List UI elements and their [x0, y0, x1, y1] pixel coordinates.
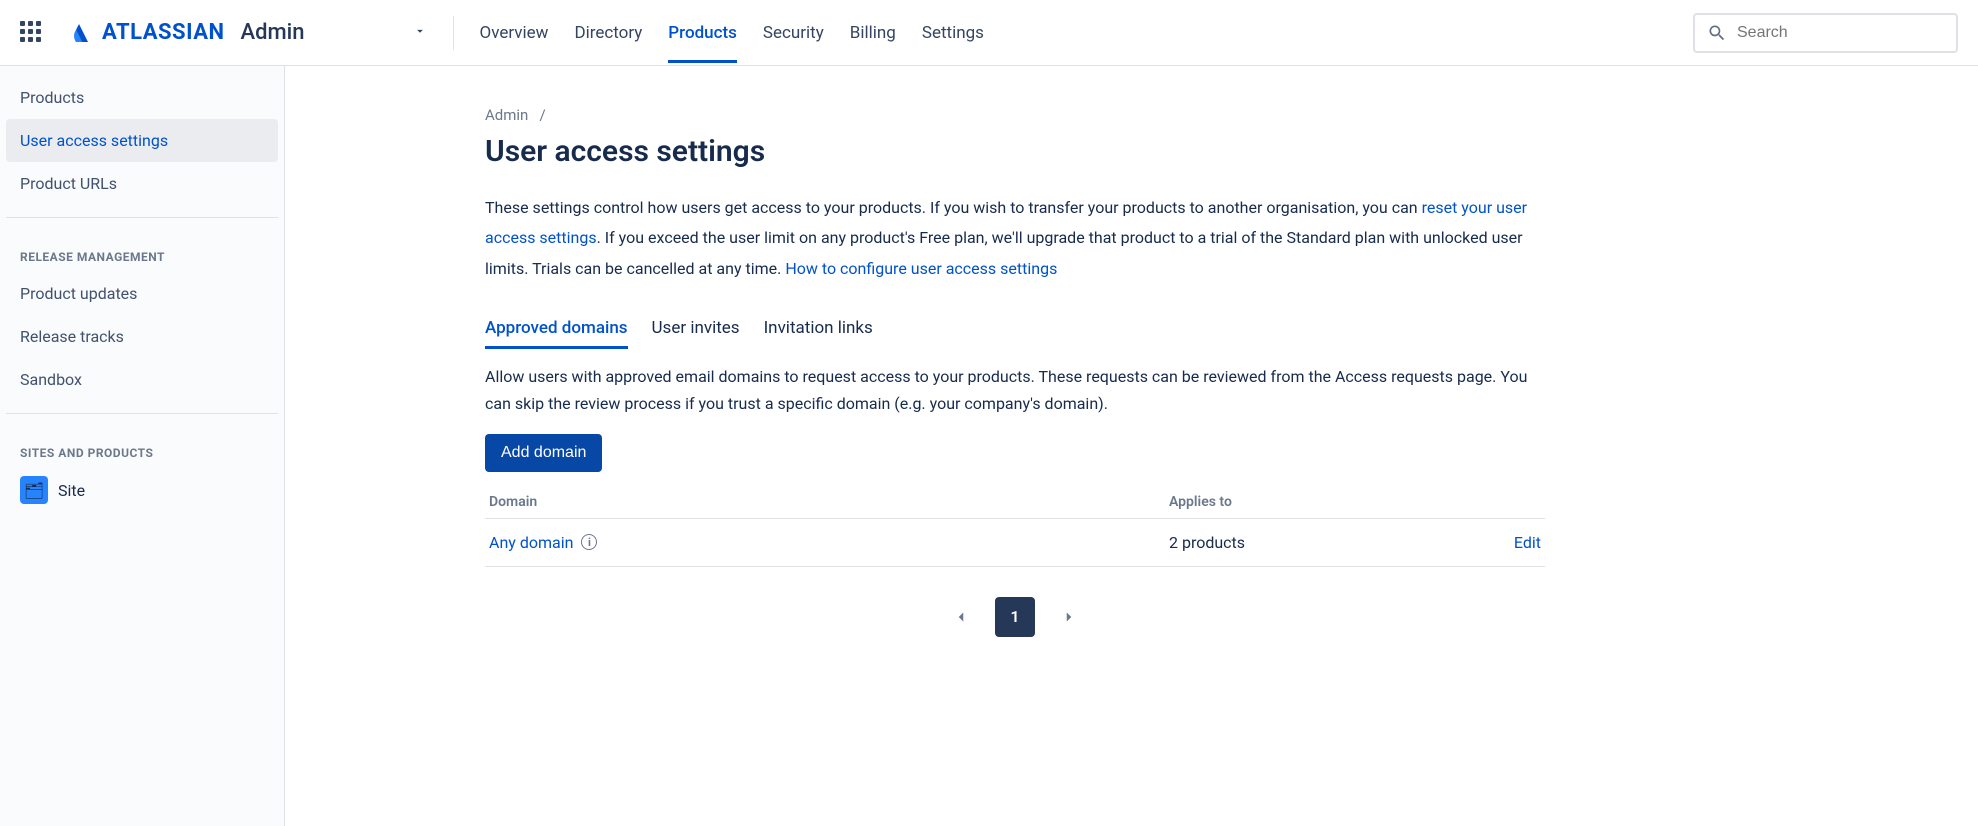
pagination: 1: [485, 597, 1545, 637]
brand[interactable]: ATLASSIAN Admin: [66, 20, 305, 45]
add-domain-button[interactable]: Add domain: [485, 434, 602, 472]
sidebar-item-product-updates[interactable]: Product updates: [6, 272, 278, 315]
pager-prev[interactable]: [941, 597, 981, 637]
chevron-left-icon: [952, 608, 970, 626]
sidebar-item-user-access[interactable]: User access settings: [6, 119, 278, 162]
edit-link[interactable]: Edit: [1514, 533, 1541, 552]
page-title: User access settings: [485, 134, 1885, 169]
sidebar-item-release-tracks[interactable]: Release tracks: [6, 315, 278, 358]
applies-to-value: 2 products: [1165, 518, 1445, 566]
domains-table: Domain Applies to Any domain i 2 product…: [485, 486, 1545, 567]
site-icon: 🗂: [20, 476, 48, 504]
sidebar-item-sandbox[interactable]: Sandbox: [6, 358, 278, 401]
chevron-down-icon: [413, 24, 427, 38]
sidebar-heading-sites: SITES AND PRODUCTS: [6, 426, 278, 468]
divider: [453, 16, 454, 50]
nav-billing[interactable]: Billing: [850, 3, 896, 63]
sidebar: Products User access settings Product UR…: [0, 66, 285, 826]
table-row: Any domain i 2 products Edit: [485, 518, 1545, 566]
nav-products[interactable]: Products: [668, 3, 737, 63]
col-domain: Domain: [485, 486, 1165, 519]
info-icon[interactable]: i: [581, 534, 597, 550]
top-nav: Overview Directory Products Security Bil…: [480, 3, 984, 63]
sidebar-heading-release: RELEASE MANAGEMENT: [6, 230, 278, 272]
org-switcher[interactable]: [413, 23, 427, 42]
chevron-right-icon: [1060, 608, 1078, 626]
tab-user-invites[interactable]: User invites: [652, 310, 740, 349]
pager-next[interactable]: [1049, 597, 1089, 637]
col-applies: Applies to: [1165, 486, 1445, 519]
tabs: Approved domains User invites Invitation…: [485, 310, 1885, 349]
tab-invitation-links[interactable]: Invitation links: [764, 310, 873, 349]
search-input[interactable]: [1737, 24, 1944, 42]
sidebar-item-products[interactable]: Products: [6, 76, 278, 119]
brand-suffix: Admin: [241, 20, 305, 45]
brand-name: ATLASSIAN: [102, 20, 225, 45]
main-content: Admin / User access settings These setti…: [285, 66, 1885, 826]
sidebar-item-product-urls[interactable]: Product URLs: [6, 162, 278, 205]
breadcrumb-sep: /: [540, 106, 546, 124]
domain-link[interactable]: Any domain i: [489, 533, 597, 552]
nav-security[interactable]: Security: [763, 3, 824, 63]
atlassian-logo-icon: [66, 21, 92, 45]
tab-description: Allow users with approved email domains …: [485, 363, 1545, 417]
domain-name: Any domain: [489, 533, 573, 552]
desc-text-1: These settings control how users get acc…: [485, 198, 1422, 217]
top-bar: ATLASSIAN Admin Overview Directory Produ…: [0, 0, 1978, 66]
search-box[interactable]: [1693, 13, 1958, 53]
site-label: Site: [58, 481, 85, 500]
sidebar-separator: [6, 413, 278, 414]
nav-directory[interactable]: Directory: [574, 3, 642, 63]
app-switcher-icon[interactable]: [20, 21, 44, 45]
breadcrumb-admin[interactable]: Admin: [485, 106, 528, 124]
breadcrumb: Admin /: [485, 106, 1885, 124]
sidebar-separator: [6, 217, 278, 218]
sidebar-site-item[interactable]: 🗂 Site: [6, 468, 278, 512]
nav-settings[interactable]: Settings: [922, 3, 984, 63]
page-description: These settings control how users get acc…: [485, 193, 1565, 284]
search-icon: [1707, 23, 1727, 43]
pager-page-1[interactable]: 1: [995, 597, 1035, 637]
tab-approved-domains[interactable]: Approved domains: [485, 310, 628, 349]
nav-overview[interactable]: Overview: [480, 3, 549, 63]
howto-link[interactable]: How to configure user access settings: [785, 259, 1057, 278]
